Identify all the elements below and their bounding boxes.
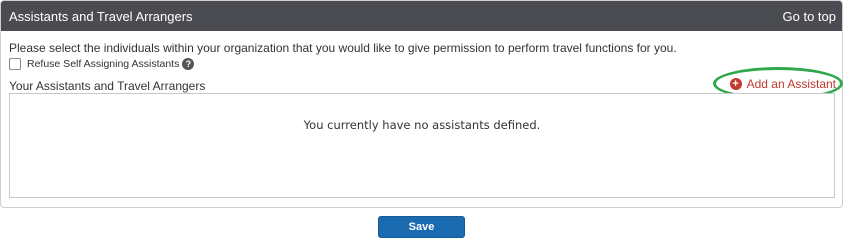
- plus-circle-icon: +: [729, 78, 742, 90]
- refuse-self-assigning-row: Refuse Self Assigning Assistants ?: [9, 57, 195, 71]
- assistants-section-label: Your Assistants and Travel Arrangers: [9, 79, 206, 93]
- add-assistant-link[interactable]: + Add an Assistant: [729, 77, 836, 91]
- help-icon[interactable]: ?: [182, 58, 195, 70]
- go-to-top-link[interactable]: Go to top: [783, 9, 836, 24]
- assistants-panel: Assistants and Travel Arrangers Go to to…: [0, 0, 843, 208]
- intro-text: Please select the individuals within you…: [9, 41, 677, 55]
- empty-assistants-message: You currently have no assistants defined…: [303, 118, 541, 132]
- save-button[interactable]: Save: [378, 216, 465, 238]
- assistants-list-box: You currently have no assistants defined…: [9, 93, 835, 198]
- add-assistant-label: Add an Assistant: [746, 77, 836, 91]
- refuse-self-assigning-label: Refuse Self Assigning Assistants: [27, 58, 180, 70]
- panel-title: Assistants and Travel Arrangers: [9, 9, 193, 24]
- refuse-self-assigning-checkbox[interactable]: [9, 58, 21, 70]
- panel-header: Assistants and Travel Arrangers Go to to…: [1, 1, 842, 31]
